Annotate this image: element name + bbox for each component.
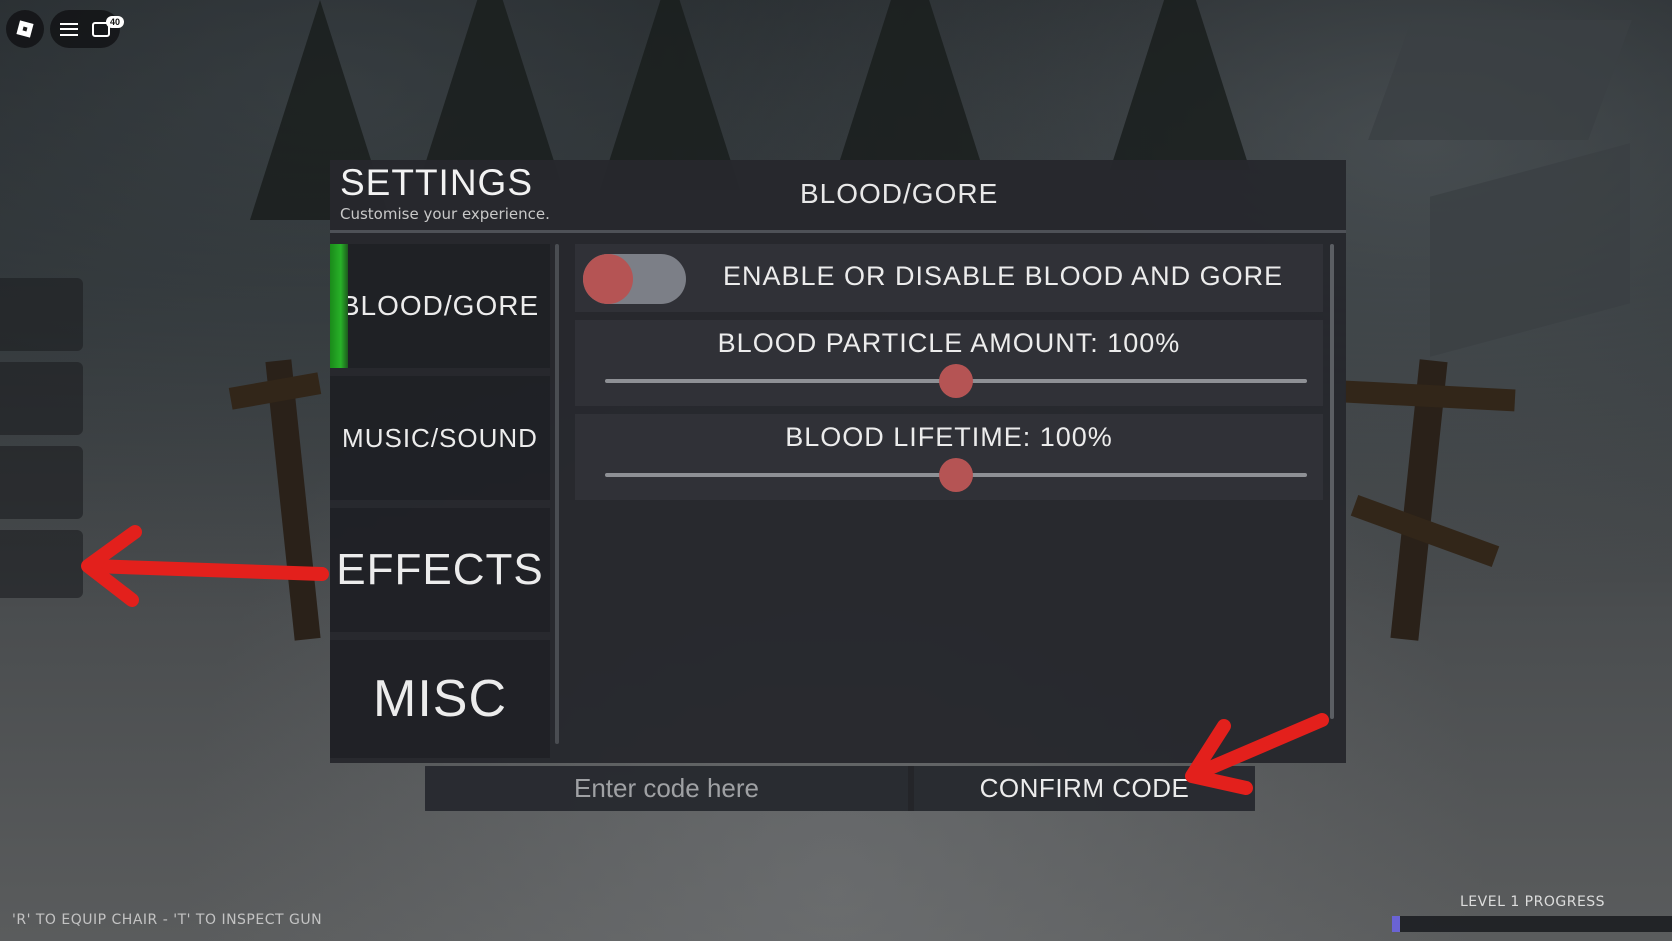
tree: [420, 0, 560, 180]
toggle-knob: [583, 254, 633, 304]
settings-subtitle: Customise your experience.: [340, 205, 550, 223]
settings-nav: BLOOD/GORE MUSIC/SOUND EFFECTS MISC: [330, 244, 550, 766]
settings-panel: SETTINGS Customise your experience. BLOO…: [330, 160, 1346, 763]
blood-particle-slider[interactable]: [605, 364, 1307, 398]
nav-label: EFFECTS: [336, 545, 544, 594]
fence-rail: [1344, 380, 1516, 412]
code-input[interactable]: [425, 766, 908, 811]
level-progress-bar: [1392, 916, 1672, 932]
scrollbar[interactable]: [1330, 244, 1334, 719]
tree: [840, 0, 980, 160]
roblox-topbar: 40: [6, 10, 124, 48]
fence-post: [265, 359, 321, 641]
code-bar: CONFIRM CODE: [425, 766, 1255, 811]
settings-header: SETTINGS Customise your experience. BLOO…: [330, 160, 1346, 233]
side-tab[interactable]: [0, 278, 83, 351]
rock: [1368, 20, 1632, 140]
blood-lifetime-row: BLOOD LIFETIME: 100%: [575, 414, 1323, 500]
nav-label: MUSIC/SOUND: [342, 422, 538, 453]
blood-gore-toggle[interactable]: [583, 254, 686, 304]
slider-label: BLOOD LIFETIME: 100%: [785, 422, 1113, 452]
level-progress-label: LEVEL 1 PROGRESS: [1460, 894, 1606, 910]
roblox-logo-button[interactable]: [6, 10, 44, 48]
side-tab[interactable]: [0, 530, 83, 598]
section-title: BLOOD/GORE: [800, 178, 999, 209]
toggle-label: ENABLE OR DISABLE BLOOD AND GORE: [723, 261, 1284, 291]
confirm-code-button[interactable]: CONFIRM CODE: [914, 766, 1255, 811]
blood-gore-toggle-row: ENABLE OR DISABLE BLOOD AND GORE: [575, 244, 1323, 312]
nav-misc[interactable]: MISC: [330, 640, 550, 758]
rock: [1430, 143, 1630, 357]
settings-title: SETTINGS: [340, 162, 534, 203]
side-tab[interactable]: [0, 446, 83, 519]
side-tab[interactable]: [0, 362, 83, 435]
slider-knob[interactable]: [939, 458, 973, 492]
chat-icon[interactable]: 40: [92, 15, 124, 37]
blood-particle-row: BLOOD PARTICLE AMOUNT: 100%: [575, 320, 1323, 406]
slider-label: BLOOD PARTICLE AMOUNT: 100%: [717, 328, 1181, 358]
settings-content: ENABLE OR DISABLE BLOOD AND GORE BLOOD P…: [575, 244, 1323, 508]
tree: [1110, 0, 1250, 170]
fence-post: [1390, 359, 1448, 641]
nav-label: MISC: [373, 670, 507, 728]
nav-effects[interactable]: EFFECTS: [330, 508, 550, 632]
slider-knob[interactable]: [939, 364, 973, 398]
menu-icon[interactable]: [60, 22, 78, 36]
nav-blood-gore[interactable]: BLOOD/GORE: [330, 244, 550, 368]
nav-music-sound[interactable]: MUSIC/SOUND: [330, 376, 550, 500]
nav-label: BLOOD/GORE: [340, 290, 540, 321]
chat-badge: 40: [105, 15, 124, 28]
blood-lifetime-slider[interactable]: [605, 458, 1307, 492]
roblox-logo-icon: [16, 20, 34, 38]
nav-divider: [555, 244, 559, 744]
level-progress-fill: [1392, 916, 1401, 932]
fence-rail: [228, 372, 322, 410]
fence-rail: [1350, 495, 1500, 567]
topbar-pill: 40: [50, 10, 124, 48]
controls-hint: 'R' TO EQUIP CHAIR - 'T' TO INSPECT GUN: [12, 912, 323, 928]
left-arrow-icon: [81, 525, 329, 607]
